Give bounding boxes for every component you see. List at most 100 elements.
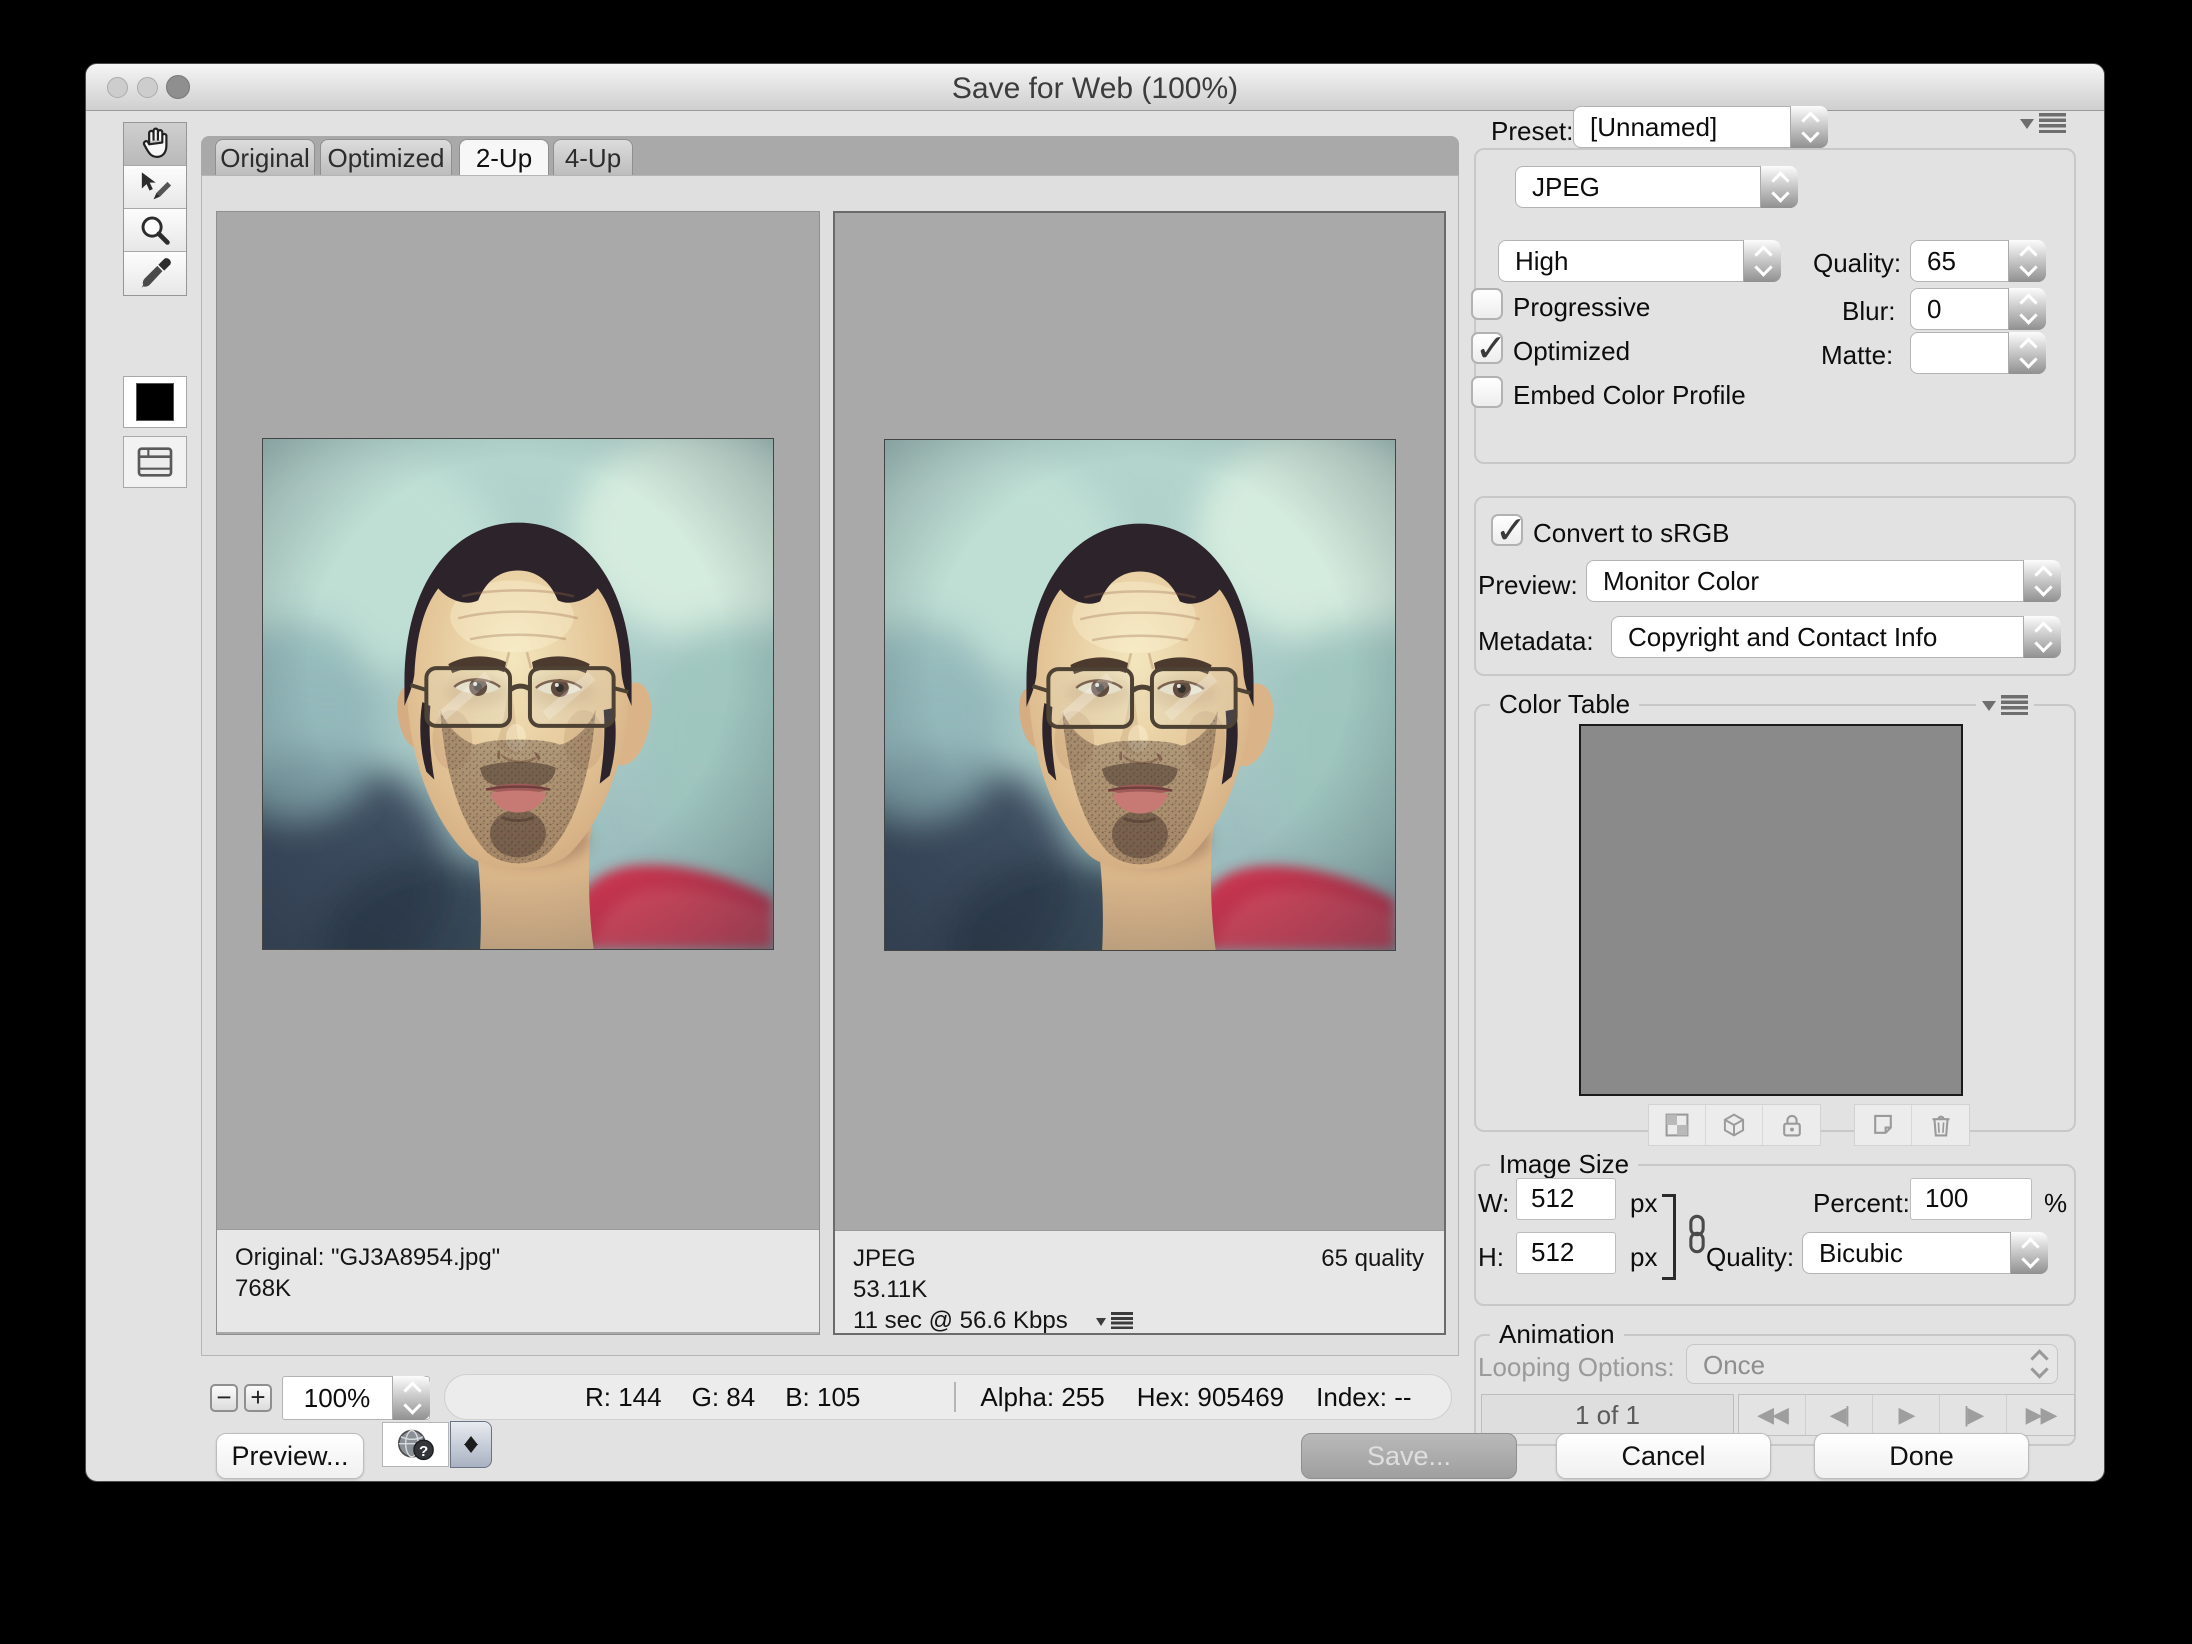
tab-2-up[interactable]: 2-Up bbox=[459, 139, 549, 175]
quality-label: Quality: bbox=[1813, 248, 1901, 279]
optimized-filesize: 53.11K bbox=[853, 1274, 1426, 1305]
optimized-pane[interactable]: JPEG 53.11K 11 sec @ 56.6 Kbps 65 qualit… bbox=[833, 211, 1446, 1335]
quality-stepper-icon bbox=[2008, 240, 2046, 282]
color-table-menu-icon[interactable] bbox=[1976, 692, 2034, 718]
format-dropdown[interactable]: JPEG bbox=[1515, 166, 1798, 208]
original-filename: Original: "GJ3A8954.jpg" bbox=[235, 1242, 801, 1273]
preset-dropdown[interactable]: [Unnamed] bbox=[1573, 106, 1828, 148]
save-button[interactable]: Save... bbox=[1301, 1433, 1517, 1479]
hand-tool-button[interactable] bbox=[124, 123, 186, 166]
new-color-button[interactable] bbox=[1855, 1105, 1912, 1145]
frame-counter: 1 of 1 bbox=[1481, 1394, 1734, 1434]
height-label: H: bbox=[1478, 1242, 1504, 1273]
resample-quality-value: Bicubic bbox=[1819, 1233, 2003, 1273]
readout-g: G: 84 bbox=[692, 1382, 756, 1413]
color-table-buttons-left bbox=[1648, 1104, 1821, 1146]
zoom-out-button[interactable]: − bbox=[210, 1384, 238, 1412]
zoom-in-button[interactable]: + bbox=[244, 1384, 272, 1412]
original-filesize: 768K bbox=[235, 1273, 801, 1304]
svg-text:?: ? bbox=[418, 1443, 427, 1460]
blur-stepper-icon bbox=[2008, 288, 2046, 330]
optimized-download-time: 11 sec @ 56.6 Kbps bbox=[853, 1305, 1068, 1336]
title-bar: Save for Web (100%) bbox=[86, 64, 2104, 111]
zoom-tool-button[interactable] bbox=[124, 209, 186, 252]
resample-stepper-icon bbox=[2010, 1232, 2048, 1274]
slice-frame-icon bbox=[135, 444, 175, 480]
optimized-quality-label: 65 quality bbox=[1321, 1243, 1424, 1274]
quality-field[interactable]: 65 bbox=[1910, 240, 2046, 282]
metadata-dropdown[interactable]: Copyright and Contact Info bbox=[1611, 616, 2061, 658]
cube-icon bbox=[1721, 1112, 1747, 1138]
original-image-area[interactable] bbox=[217, 212, 819, 1229]
preview-mode-dropdown[interactable]: Monitor Color bbox=[1586, 560, 2061, 602]
convert-srgb-checkbox[interactable] bbox=[1491, 514, 1523, 546]
web-shift-button[interactable] bbox=[1706, 1105, 1763, 1145]
last-frame-button: ▶▶ bbox=[2007, 1395, 2074, 1435]
new-swatch-icon bbox=[1870, 1112, 1896, 1138]
readout-alpha: Alpha: 255 bbox=[980, 1382, 1104, 1413]
height-field[interactable]: 512 bbox=[1516, 1232, 1616, 1274]
eyedropper-color-swatch[interactable] bbox=[123, 376, 187, 428]
blur-label: Blur: bbox=[1842, 296, 1895, 327]
matte-dropdown[interactable] bbox=[1910, 332, 2046, 374]
progressive-checkbox[interactable] bbox=[1471, 288, 1503, 320]
select-browser-button[interactable]: ? bbox=[382, 1422, 449, 1467]
percent-label: Percent: bbox=[1813, 1188, 1910, 1219]
embed-color-profile-checkbox[interactable] bbox=[1471, 376, 1503, 408]
map-transparency-button[interactable] bbox=[1649, 1105, 1706, 1145]
preview-in-browser-button[interactable]: Preview... bbox=[216, 1433, 364, 1479]
original-photo bbox=[262, 438, 774, 950]
image-size-title: Image Size bbox=[1490, 1149, 1638, 1180]
playback-controls: ◀◀ ◀| ▶ |▶ ▶▶ bbox=[1738, 1394, 2075, 1436]
done-button[interactable]: Done bbox=[1814, 1433, 2029, 1479]
percent-field[interactable]: 100 bbox=[1910, 1178, 2032, 1220]
readout-r: R: 144 bbox=[585, 1382, 662, 1413]
looping-options-dropdown: Once bbox=[1686, 1344, 2058, 1384]
browser-list-stepper[interactable] bbox=[450, 1421, 492, 1468]
blur-value: 0 bbox=[1927, 289, 2001, 329]
optimized-info-bar: JPEG 53.11K 11 sec @ 56.6 Kbps 65 qualit… bbox=[835, 1230, 1444, 1333]
readout-index: Index: -- bbox=[1316, 1382, 1411, 1413]
color-readout-bar: R: 144 G: 84 B: 105 Alpha: 255 Hex: 9054… bbox=[444, 1374, 1452, 1420]
blur-field[interactable]: 0 bbox=[1910, 288, 2046, 330]
metadata-label: Metadata: bbox=[1478, 626, 1594, 657]
download-speed-menu-icon[interactable] bbox=[1096, 1311, 1133, 1331]
metadata-stepper-icon bbox=[2023, 616, 2061, 658]
next-frame-button: |▶ bbox=[1940, 1395, 2007, 1435]
looping-options-value: Once bbox=[1703, 1345, 2013, 1385]
preview-mode-stepper-icon bbox=[2023, 560, 2061, 602]
preset-value: [Unnamed] bbox=[1590, 107, 1783, 147]
format-stepper-icon bbox=[1760, 166, 1798, 208]
preset-menu-icon[interactable] bbox=[2020, 110, 2066, 136]
percent-unit: % bbox=[2044, 1188, 2067, 1219]
resample-quality-dropdown[interactable]: Bicubic bbox=[1802, 1232, 2048, 1274]
cancel-button[interactable]: Cancel bbox=[1556, 1433, 1771, 1479]
metadata-value: Copyright and Contact Info bbox=[1628, 617, 2016, 657]
color-table-swatch-area[interactable] bbox=[1579, 724, 1963, 1096]
zoom-level-value: 100% bbox=[289, 1377, 385, 1419]
optimized-checkbox[interactable] bbox=[1471, 332, 1503, 364]
original-pane[interactable]: Original: "GJ3A8954.jpg" 768K bbox=[216, 211, 820, 1335]
delete-color-button[interactable] bbox=[1912, 1105, 1969, 1145]
readout-hex: Hex: 905469 bbox=[1137, 1382, 1284, 1413]
optimized-image-area[interactable] bbox=[835, 213, 1444, 1230]
transparency-checker-icon bbox=[1664, 1112, 1690, 1138]
slice-select-icon bbox=[136, 168, 174, 206]
tab-original[interactable]: Original bbox=[215, 139, 315, 175]
tab-4-up[interactable]: 4-Up bbox=[553, 139, 633, 175]
quality-value: 65 bbox=[1927, 241, 2001, 281]
matte-stepper-icon bbox=[2008, 332, 2046, 374]
zoom-level-field[interactable]: 100% bbox=[282, 1376, 430, 1420]
lock-icon bbox=[1779, 1112, 1805, 1138]
tab-optimized[interactable]: Optimized bbox=[320, 139, 452, 175]
trash-icon bbox=[1928, 1112, 1954, 1138]
width-field[interactable]: 512 bbox=[1516, 1178, 1616, 1220]
slice-select-tool-button[interactable] bbox=[124, 166, 186, 209]
preview-mode-label: Preview: bbox=[1478, 570, 1578, 601]
preset-label: Preset: bbox=[1491, 116, 1573, 147]
eyedropper-tool-button[interactable] bbox=[124, 252, 186, 295]
lock-color-button[interactable] bbox=[1763, 1105, 1820, 1145]
looping-options-label: Looping Options: bbox=[1478, 1352, 1675, 1383]
compression-dropdown[interactable]: High bbox=[1498, 240, 1781, 282]
toggle-slices-visibility-button[interactable] bbox=[123, 436, 187, 488]
